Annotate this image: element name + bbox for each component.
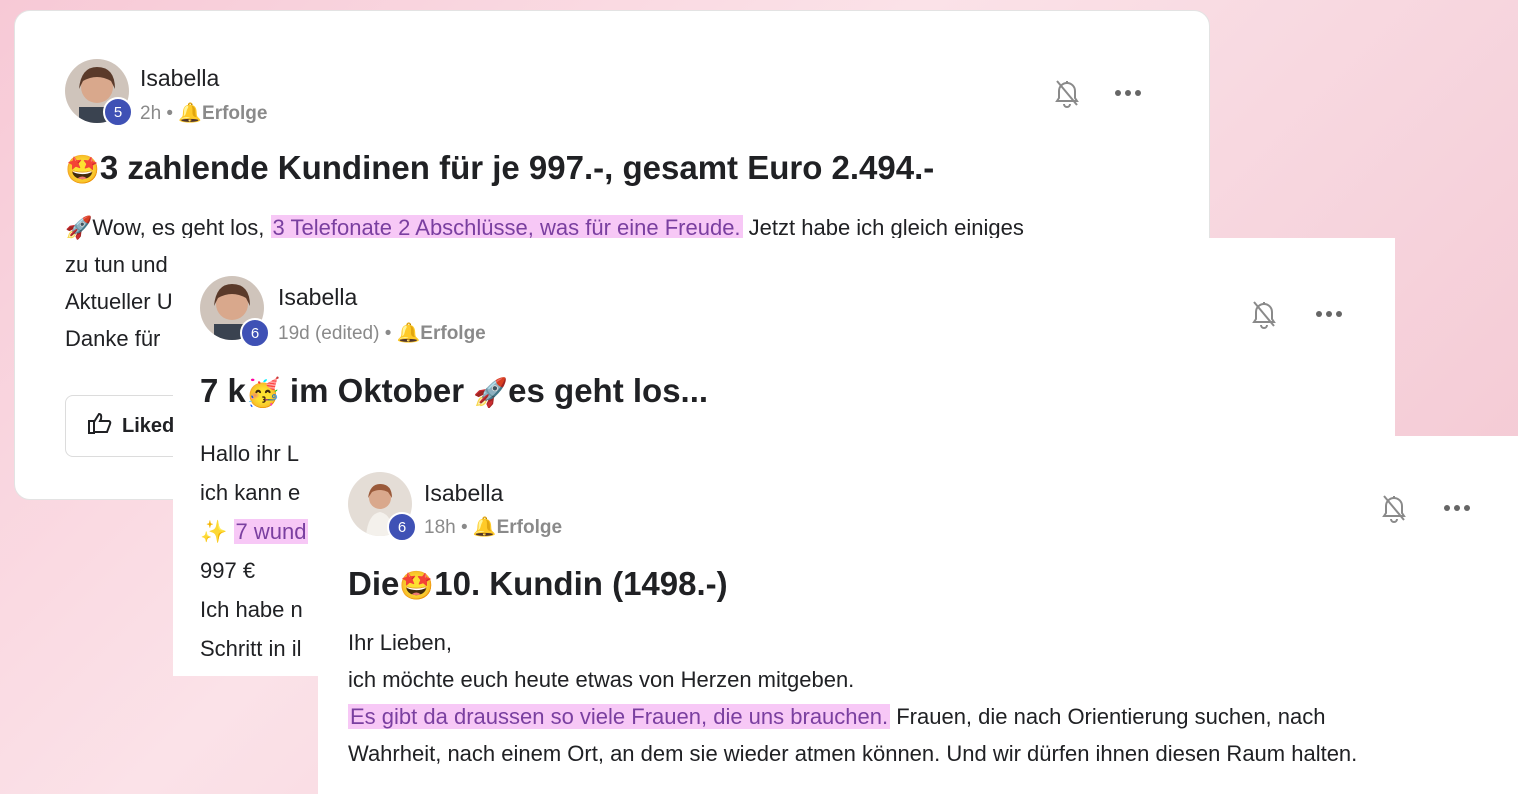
rocket-emoji: 🚀 bbox=[65, 215, 93, 240]
post-meta: 19d (edited) • 🔔Erfolge bbox=[278, 321, 486, 345]
bell-icon: 🔔 bbox=[178, 103, 203, 124]
post-meta: 18h • 🔔Erfolge bbox=[424, 515, 562, 539]
body-line: 997 € bbox=[200, 558, 256, 583]
post-title[interactable]: 🤩3 zahlende Kundinen für je 997.-, gesam… bbox=[65, 149, 934, 187]
meta-separator: • bbox=[384, 323, 392, 344]
body-line: ich möchte euch heute etwas von Herzen m… bbox=[348, 667, 855, 692]
level-badge: 5 bbox=[103, 97, 133, 127]
post-title-text: im Oktober bbox=[280, 372, 474, 409]
body-line: Schritt in il bbox=[200, 636, 302, 661]
post-title-text: es geht los... bbox=[508, 372, 709, 409]
highlight-text: 3 Telefonate 2 Abschlüsse, was für eine … bbox=[270, 215, 743, 240]
body-text: Wow, es geht los, bbox=[92, 215, 271, 240]
post-card-3: 6 Isabella 18h • 🔔Erfolge Die🤩10. Kundin… bbox=[318, 436, 1518, 794]
post-title-text: 3 zahlende Kundinen für je 997.-, gesamt… bbox=[99, 149, 935, 186]
level-badge: 6 bbox=[387, 512, 417, 542]
post-time: 2h bbox=[140, 103, 162, 124]
level-badge: 6 bbox=[240, 318, 270, 348]
meta-separator: • bbox=[460, 517, 468, 538]
bell-off-icon[interactable] bbox=[1047, 73, 1087, 113]
post-meta: 2h • 🔔Erfolge bbox=[140, 101, 267, 125]
post-title-text: Die bbox=[348, 565, 400, 602]
body-line: ich kann e bbox=[200, 480, 301, 505]
bell-off-icon[interactable] bbox=[1244, 294, 1284, 334]
author-name[interactable]: Isabella bbox=[424, 480, 503, 507]
meta-separator: • bbox=[166, 103, 174, 124]
category-link[interactable]: Erfolge bbox=[202, 103, 267, 124]
highlight-text: Es gibt da draussen so viele Frauen, die… bbox=[348, 704, 891, 729]
more-icon[interactable] bbox=[1309, 294, 1349, 334]
post-title[interactable]: 7 k🥳 im Oktober 🚀es geht los... bbox=[200, 372, 708, 410]
rocket-emoji: 🚀 bbox=[473, 377, 509, 408]
bell-icon: 🔔 bbox=[396, 323, 421, 344]
sparkles-emoji: ✨ bbox=[200, 519, 228, 544]
more-icon[interactable] bbox=[1108, 73, 1148, 113]
body-line: ✨ 7 wund bbox=[200, 512, 309, 551]
bell-off-icon[interactable] bbox=[1374, 488, 1414, 528]
author-name[interactable]: Isabella bbox=[278, 284, 357, 311]
post-time: 19d (edited) bbox=[278, 323, 380, 344]
category-link[interactable]: Erfolge bbox=[497, 517, 562, 538]
post-time: 18h bbox=[424, 517, 456, 538]
body-line: Ich habe n bbox=[200, 597, 303, 622]
bell-icon: 🔔 bbox=[472, 517, 497, 538]
body-line: Es gibt da draussen so viele Frauen, die… bbox=[348, 698, 1357, 735]
body-line: Hallo ihr L bbox=[200, 441, 300, 466]
highlight-text: 7 wund bbox=[233, 519, 309, 544]
author-name[interactable]: Isabella bbox=[140, 65, 219, 92]
thumbs-up-icon bbox=[88, 412, 112, 440]
post-title-text: 7 k bbox=[200, 372, 246, 409]
post-body: Hallo ihr L ich kann e ✨ 7 wund 997 € Ic… bbox=[200, 434, 309, 668]
post-body: Ihr Lieben, ich möchte euch heute etwas … bbox=[348, 624, 1357, 772]
star-struck-emoji: 🤩 bbox=[399, 570, 435, 601]
body-text: Jetzt habe ich gleich einiges bbox=[742, 215, 1024, 240]
more-icon[interactable] bbox=[1437, 488, 1477, 528]
body-text: Frauen, die nach Orientierung suchen, na… bbox=[890, 704, 1326, 729]
post-title-text: 10. Kundin (1498.-) bbox=[434, 565, 728, 602]
star-struck-emoji: 🤩 bbox=[65, 154, 100, 185]
like-label: Liked bbox=[122, 414, 175, 437]
category-link[interactable]: Erfolge bbox=[420, 323, 485, 344]
body-line: Ihr Lieben, bbox=[348, 630, 452, 655]
body-line: Wahrheit, nach einem Ort, an dem sie wie… bbox=[348, 741, 1358, 766]
party-emoji: 🥳 bbox=[245, 377, 281, 408]
post-title[interactable]: Die🤩10. Kundin (1498.-) bbox=[348, 565, 728, 603]
